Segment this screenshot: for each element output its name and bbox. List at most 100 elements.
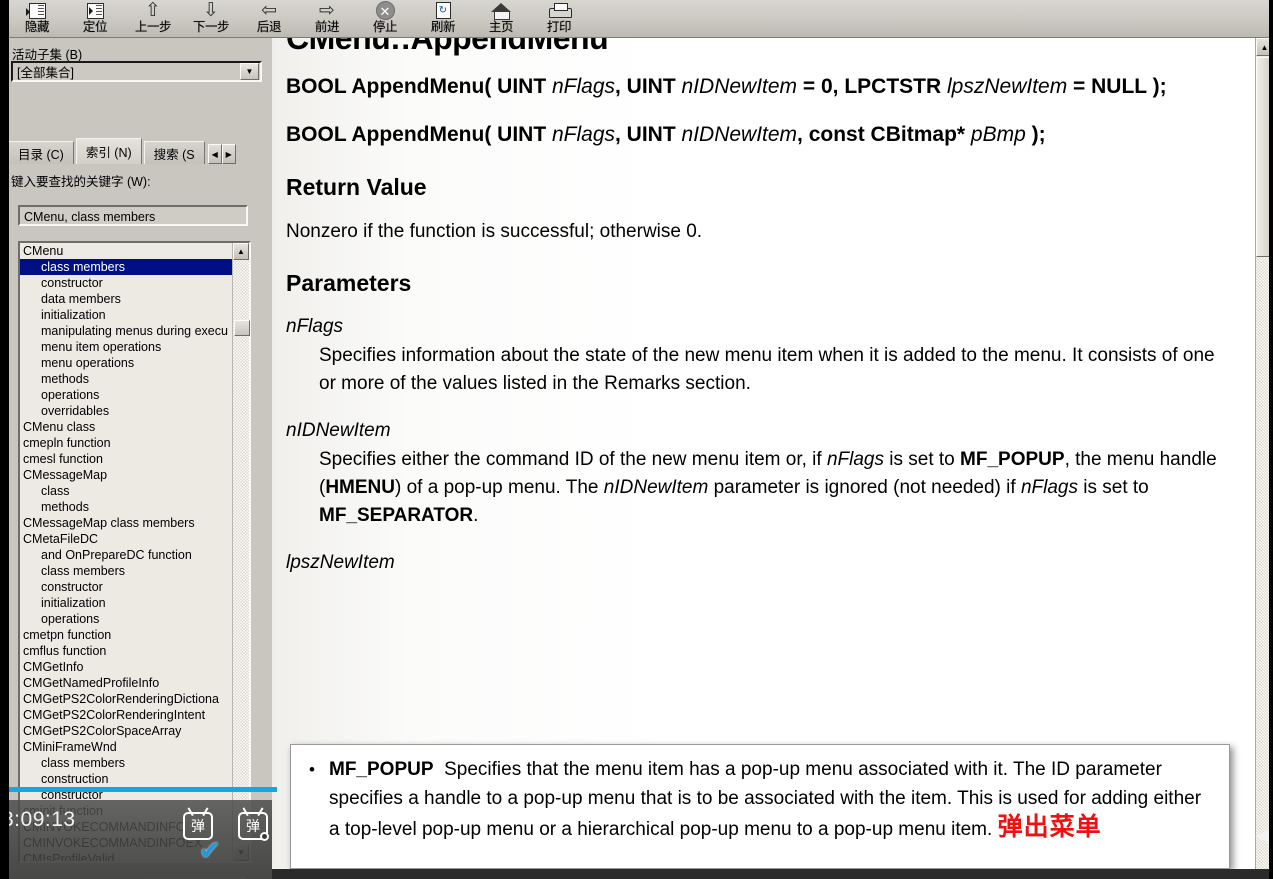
sig1-part1: BOOL AppendMenu( UINT: [286, 75, 552, 98]
keyword-search-input[interactable]: [18, 205, 248, 226]
toolbar-button-refresh[interactable]: ↻ 刷新: [414, 0, 472, 36]
list-item[interactable]: operations: [20, 611, 232, 627]
list-item[interactable]: CMenu: [20, 243, 232, 259]
tab-search[interactable]: 搜索 (S: [143, 141, 205, 164]
popup-annotation: 弹出菜单: [997, 813, 1102, 841]
toolbar-button-print-label: 打印: [546, 20, 572, 34]
list-item-label: class members: [41, 756, 126, 770]
toolbar-button-hide[interactable]: 隐藏: [8, 0, 66, 36]
list-item[interactable]: class members: [20, 563, 232, 579]
list-item[interactable]: CMGetNamedProfileInfo: [20, 675, 232, 691]
toolbar-button-refresh-label: 刷新: [430, 20, 456, 34]
parameters-heading: Parameters: [286, 270, 412, 296]
list-item[interactable]: class: [20, 483, 232, 499]
pd-e: parameter is ignored (not needed) if: [708, 477, 1021, 498]
chevron-down-icon[interactable]: ▼: [240, 63, 259, 80]
function-signature-2: BOOL AppendMenu( UINT nFlags, UINT nIDNe…: [286, 120, 1224, 150]
list-item[interactable]: cmflus function: [20, 643, 232, 659]
list-item[interactable]: CMGetPS2ColorSpaceArray: [20, 723, 232, 739]
list-item[interactable]: construction: [20, 771, 232, 787]
danmaku-settings-icon[interactable]: 弹: [238, 812, 269, 841]
list-item[interactable]: initialization: [20, 307, 232, 323]
sig1-part3: = 0, LPCTSTR: [797, 75, 947, 98]
danmaku-settings-glyph: 弹: [246, 818, 260, 834]
scroll-up-icon[interactable]: ▲: [233, 243, 249, 260]
pd-i2: nIDNewItem: [603, 477, 709, 498]
tab-scroll-left-icon[interactable]: ◀: [207, 144, 222, 164]
toolbar-button-previous-label: 上一步: [134, 20, 172, 34]
letterbox-right: [1269, 0, 1273, 879]
list-item[interactable]: class members: [20, 755, 232, 771]
index-topic-list-items: CMenu class members constructor data member…: [20, 243, 232, 861]
index-list-scroll-thumb[interactable]: [234, 320, 250, 336]
toolbar-button-forward[interactable]: ⇨ 前进: [298, 0, 356, 36]
list-item-label: CMessageMap: [23, 468, 108, 482]
sig2-param1: nFlags: [551, 123, 616, 146]
list-item[interactable]: cmetpn function: [20, 627, 232, 643]
param-name-nflags: nFlags: [286, 316, 344, 337]
list-item-label: constructor: [41, 276, 103, 290]
list-item-label: CMenu class: [23, 420, 96, 434]
list-item[interactable]: CMessageMap class members: [20, 515, 232, 531]
arrow-down-icon: ⇩: [203, 0, 219, 21]
sig1-part4: = NULL );: [1067, 75, 1167, 98]
toolbar-button-next[interactable]: ⇩ 下一步: [182, 0, 240, 36]
list-item-label: CMGetPS2ColorSpaceArray: [23, 724, 182, 738]
toolbar-button-stop-label: 停止: [372, 20, 398, 34]
list-item[interactable]: menu operations: [20, 355, 232, 371]
list-item[interactable]: methods: [20, 371, 232, 387]
toolbar-button-locate[interactable]: 定位: [66, 0, 124, 36]
toolbar-button-forward-label: 前进: [314, 20, 340, 34]
list-item[interactable]: CMGetInfo: [20, 659, 232, 675]
list-item[interactable]: menu item operations: [20, 339, 232, 355]
list-item[interactable]: CMessageMap: [20, 467, 232, 483]
list-item[interactable]: CMGetPS2ColorRenderingIntent: [20, 707, 232, 723]
list-item[interactable]: CMGetPS2ColorRenderingDictiona: [20, 691, 232, 707]
list-item[interactable]: constructor: [20, 579, 232, 595]
list-item[interactable]: manipulating menus during execu: [20, 323, 232, 339]
list-item[interactable]: data members: [20, 291, 232, 307]
list-item[interactable]: CMenu class: [20, 419, 232, 435]
arrow-left-icon: ⇦: [261, 0, 277, 21]
glossary-popup[interactable]: • MF_POPUP Specifies that the menu item …: [290, 744, 1230, 869]
list-item-label: overridables: [41, 404, 110, 418]
toolbar-button-previous[interactable]: ⇧ 上一步: [124, 0, 182, 36]
list-item-label: CMGetPS2ColorRenderingIntent: [23, 708, 206, 722]
stop-icon: ✕: [371, 1, 399, 20]
toolbar-button-hide-label: 隐藏: [24, 20, 50, 34]
list-item[interactable]: and OnPrepareDC function: [20, 547, 232, 563]
toolbar-button-print[interactable]: 打印: [530, 0, 588, 36]
list-item[interactable]: cmepln function: [20, 435, 232, 451]
sig2-part3: , const CBitmap*: [797, 123, 971, 146]
list-item[interactable]: constructor: [20, 275, 232, 291]
sig2-param2: nIDNewItem: [681, 123, 798, 146]
list-item[interactable]: cmesl function: [20, 451, 232, 467]
list-item[interactable]: CMetaFileDC: [20, 531, 232, 547]
tab-contents[interactable]: 目录 (C): [8, 141, 74, 164]
toolbar-button-back[interactable]: ⇦ 后退: [240, 0, 298, 36]
tab-index-label: 索引 (N): [85, 146, 132, 160]
refresh-icon: ↻: [429, 1, 457, 20]
function-signature-1: BOOL AppendMenu( UINT nFlags, UINT nIDNe…: [286, 72, 1224, 102]
tab-scroll-right-icon[interactable]: ▶: [221, 144, 236, 164]
active-subset-dropdown[interactable]: [全部集合] ▼: [11, 61, 262, 82]
list-item-label: CMenu: [23, 244, 64, 258]
locate-topic-icon: [81, 1, 109, 20]
tab-contents-label: 目录 (C): [18, 147, 64, 162]
return-value-heading: Return Value: [286, 174, 427, 200]
list-item[interactable]: CMiniFrameWnd: [20, 739, 232, 755]
video-seek-bar[interactable]: [0, 787, 277, 792]
index-topic-list[interactable]: CMenu class members constructor data member…: [18, 241, 251, 863]
nav-tabs: 目录 (C) 索引 (N) 搜索 (S ◀ ▶: [8, 138, 266, 164]
toolbar-button-home[interactable]: 主页: [472, 0, 530, 36]
list-item[interactable]: initialization: [20, 595, 232, 611]
active-subset-value: [全部集合]: [17, 66, 74, 80]
param-desc-nidnewitem: Specifies either the command ID of the n…: [286, 446, 1224, 530]
list-item[interactable]: overridables: [20, 403, 232, 419]
list-item[interactable]: class members: [20, 259, 232, 275]
toolbar-button-stop[interactable]: ✕ 停止: [356, 0, 414, 36]
tab-index[interactable]: 索引 (N): [75, 138, 142, 164]
list-item[interactable]: operations: [20, 387, 232, 403]
list-item-label: initialization: [41, 596, 106, 610]
list-item[interactable]: methods: [20, 499, 232, 515]
